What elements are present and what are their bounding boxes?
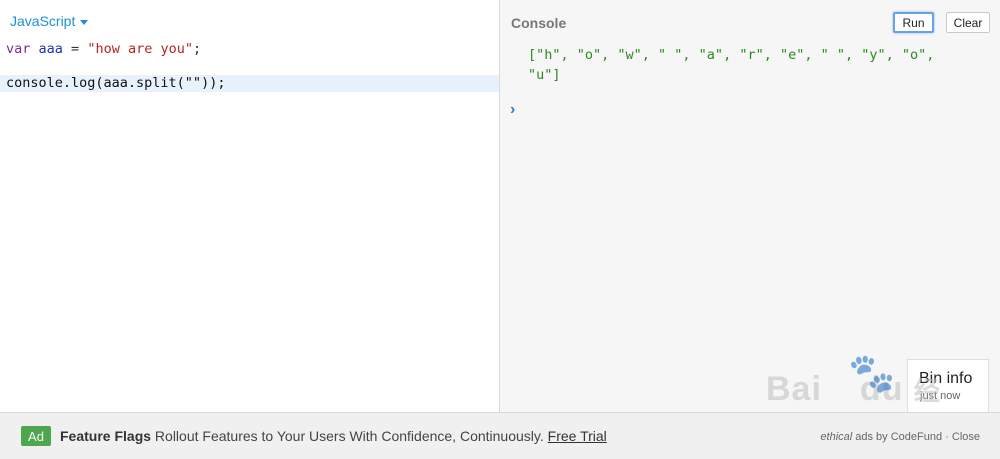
code-keyword: var — [6, 41, 31, 57]
ad-meta: ethical ads by CodeFund · Close — [820, 431, 980, 443]
ad-cta-link[interactable]: Free Trial — [548, 428, 607, 444]
ad-close-link[interactable]: Close — [952, 431, 980, 443]
ad-bar: Ad Feature Flags Rollout Features to You… — [0, 412, 1000, 459]
bin-info-panel[interactable]: Bin info just now — [907, 359, 989, 412]
code-text: console.log(aaa.split("")); — [6, 75, 226, 91]
run-button[interactable]: Run — [893, 12, 934, 33]
console-output-line: ["h", "o", "w", " ", "a", "r", "e", " ",… — [528, 47, 935, 63]
console-output-line: "u"] — [528, 67, 561, 83]
console-output: ["h", "o", "w", " ", "a", "r", "e", " ",… — [528, 45, 978, 85]
jsbin-app: JavaScript var aaa = "how are you"; cons… — [0, 0, 1000, 459]
ad-ethical[interactable]: ethical — [820, 431, 852, 443]
code-line-1[interactable]: var aaa = "how are you"; — [0, 41, 499, 58]
bin-info-title: Bin info — [919, 370, 973, 387]
code-string: "how are you" — [87, 41, 193, 57]
ad-text[interactable]: Feature Flags Rollout Features to Your U… — [60, 428, 607, 444]
code-operator: = — [62, 41, 88, 57]
ad-badge: Ad — [21, 426, 51, 446]
code-editor-pane[interactable]: JavaScript var aaa = "how are you"; cons… — [0, 0, 500, 412]
ad-body: Rollout Features to Your Users With Conf… — [151, 428, 548, 444]
console-pane: Console Run Clear ["h", "o", "w", " ", "… — [500, 0, 1000, 412]
bin-info-subtitle: just now — [920, 390, 961, 402]
caret-down-icon — [80, 19, 89, 25]
language-selector[interactable]: JavaScript — [10, 13, 89, 29]
code-variable: aaa — [38, 41, 63, 57]
code-line-2[interactable] — [0, 58, 499, 75]
code-line-3-active[interactable]: console.log(aaa.split("")); — [0, 75, 499, 92]
ad-by: ads by CodeFund · — [852, 431, 952, 443]
ad-headline: Feature Flags — [60, 428, 152, 444]
console-prompt-icon[interactable]: › — [510, 101, 515, 119]
clear-button[interactable]: Clear — [946, 12, 990, 33]
console-title: Console — [511, 15, 567, 31]
language-label: JavaScript — [10, 13, 76, 29]
code-semicolon: ; — [192, 41, 202, 57]
